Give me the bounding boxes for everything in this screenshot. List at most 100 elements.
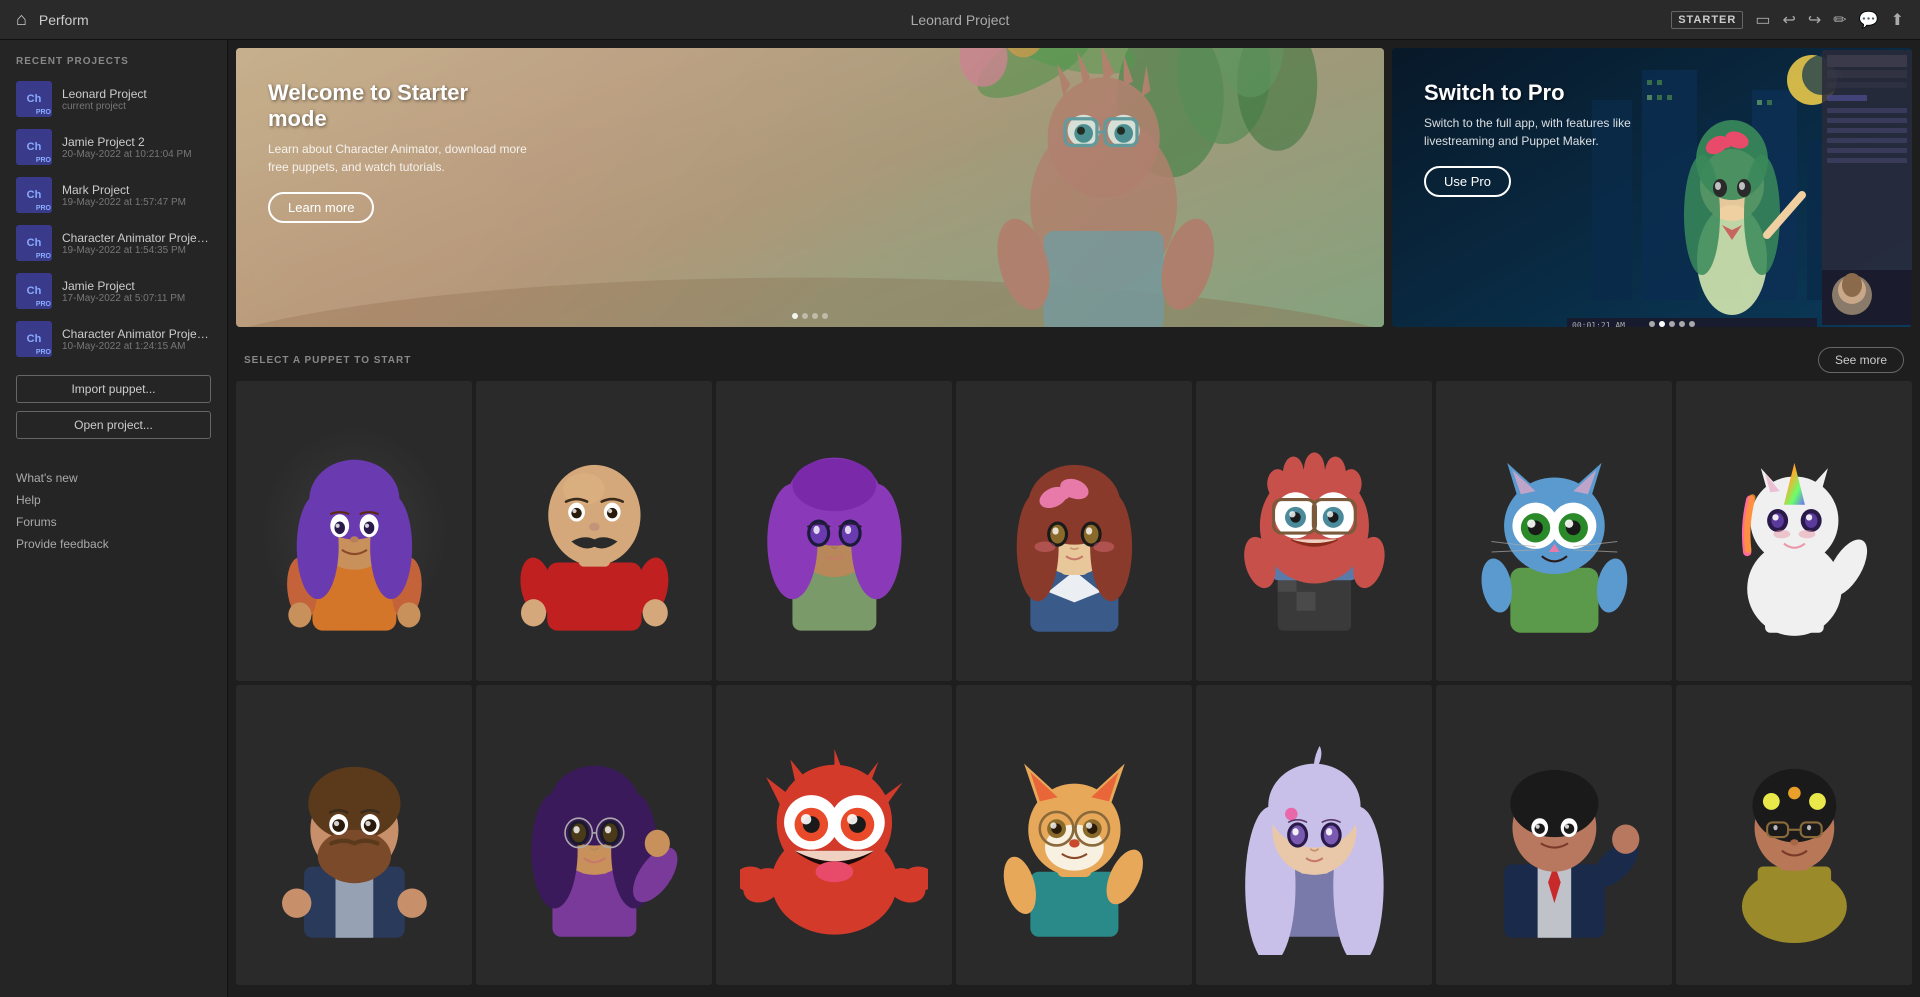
project-info-4: Character Animator Project 3 19-May-2022… xyxy=(62,231,211,256)
project-name-3: Mark Project xyxy=(62,183,211,197)
feedback-link[interactable]: Provide feedback xyxy=(16,537,211,551)
undo-icon[interactable]: ↩ xyxy=(1782,10,1795,30)
app-title: Perform xyxy=(39,12,89,28)
project-info-2: Jamie Project 2 20-May-2022 at 10:21:04 … xyxy=(62,135,211,160)
topbar: ⌂ Perform Leonard Project STARTER ▭ ↩ ↪ … xyxy=(0,0,1920,40)
puppet-cell-11[interactable] xyxy=(956,685,1192,985)
redo-icon[interactable]: ↪ xyxy=(1808,10,1821,30)
svg-text:00:01:21 AM: 00:01:21 AM xyxy=(1572,321,1625,327)
whats-new-link[interactable]: What's new xyxy=(16,471,211,485)
pencil-icon[interactable]: ✏ xyxy=(1833,10,1846,30)
puppet-cell-12[interactable] xyxy=(1196,685,1432,985)
puppet-anime-girl-brown xyxy=(980,411,1169,651)
project-meta-3: 19-May-2022 at 1:57:47 PM xyxy=(62,197,211,208)
project-info-3: Mark Project 19-May-2022 at 1:57:47 PM xyxy=(62,183,211,208)
project-info-1: Leonard Project current project xyxy=(62,87,211,112)
puppet-cell-10[interactable] xyxy=(716,685,952,985)
puppet-cell-6[interactable] xyxy=(1436,381,1672,681)
puppet-section-header: SELECT A PUPPET TO START See more xyxy=(236,335,1912,381)
project-info-6: Character Animator Project 2 10-May-2022… xyxy=(62,327,211,352)
puppet-cell-3[interactable] xyxy=(716,381,952,681)
pro-banner-description: Switch to the full app, with features li… xyxy=(1424,114,1684,150)
puppet-cell-4[interactable] xyxy=(956,381,1192,681)
puppet-woman-purple-hair xyxy=(260,411,449,651)
open-project-button[interactable]: Open project... xyxy=(16,411,211,439)
puppet-woman-yellow-dress xyxy=(1700,715,1889,955)
import-puppet-button[interactable]: Import puppet... xyxy=(16,375,211,403)
project-info-5: Jamie Project 17-May-2022 at 5:07:11 PM xyxy=(62,279,211,304)
sidebar-item-project-6[interactable]: Ch PRO Character Animator Project 2 10-M… xyxy=(0,315,227,363)
puppet-unicorn xyxy=(1700,411,1889,651)
puppet-cell-5[interactable] xyxy=(1196,381,1432,681)
pro-banner-text: Switch to Pro Switch to the full app, wi… xyxy=(1424,80,1684,197)
puppet-blue-cat-monster xyxy=(1460,411,1649,651)
puppet-grid xyxy=(236,381,1912,985)
sidebar-item-project-1[interactable]: Ch PRO Leonard Project current project xyxy=(0,75,227,123)
sidebar-buttons: Import puppet... Open project... xyxy=(0,363,227,451)
project-meta-1: current project xyxy=(62,101,211,112)
puppet-red-monster-glasses xyxy=(1220,411,1409,651)
puppet-cell-1[interactable] xyxy=(236,381,472,681)
learn-more-button[interactable]: Learn more xyxy=(268,192,374,223)
puppet-red-crab-monster xyxy=(740,715,929,955)
project-meta-4: 19-May-2022 at 1:54:35 PM xyxy=(62,245,211,256)
puppet-girl-dark-hair xyxy=(500,715,689,955)
see-more-button[interactable]: See more xyxy=(1818,347,1904,373)
banner-pagination xyxy=(792,313,828,319)
project-name-2: Jamie Project 2 xyxy=(62,135,211,149)
topbar-left: ⌂ Perform xyxy=(16,9,89,30)
project-meta-5: 17-May-2022 at 5:07:11 PM xyxy=(62,293,211,304)
project-title: Leonard Project xyxy=(911,12,1010,28)
project-thumb-2: Ch PRO xyxy=(16,129,52,165)
starter-banner-description: Learn about Character Animator, download… xyxy=(268,140,528,176)
puppet-cell-13[interactable] xyxy=(1436,685,1672,985)
puppet-cell-2[interactable] xyxy=(476,381,712,681)
puppet-cell-14[interactable] xyxy=(1676,685,1912,985)
project-thumb-1: Ch PRO xyxy=(16,81,52,117)
forums-link[interactable]: Forums xyxy=(16,515,211,529)
pro-banner-title: Switch to Pro xyxy=(1424,80,1684,106)
starter-badge: STARTER xyxy=(1671,11,1743,29)
project-thumb-3: Ch PRO xyxy=(16,177,52,213)
share-icon[interactable]: ⬆ xyxy=(1891,10,1904,30)
project-name-4: Character Animator Project 3 xyxy=(62,231,211,245)
puppet-cell-9[interactable] xyxy=(476,685,712,985)
sidebar-item-project-3[interactable]: Ch PRO Mark Project 19-May-2022 at 1:57:… xyxy=(0,171,227,219)
project-thumb-5: Ch PRO xyxy=(16,273,52,309)
puppet-anime-white-hair xyxy=(1220,715,1409,955)
recent-projects-label: RECENT PROJECTS xyxy=(0,56,227,75)
help-link[interactable]: Help xyxy=(16,493,211,507)
puppet-bald-man xyxy=(500,411,689,651)
puppet-cell-7[interactable] xyxy=(1676,381,1912,681)
main-layout: RECENT PROJECTS Ch PRO Leonard Project c… xyxy=(0,40,1920,997)
starter-banner-title: Welcome to Starter mode xyxy=(268,80,528,132)
content-area: Welcome to Starter mode Learn about Char… xyxy=(228,40,1920,997)
puppet-bearded-man xyxy=(260,715,449,955)
screen-icon[interactable]: ▭ xyxy=(1755,10,1770,30)
project-name-6: Character Animator Project 2 xyxy=(62,327,211,341)
project-thumb-6: Ch PRO xyxy=(16,321,52,357)
starter-banner-text: Welcome to Starter mode Learn about Char… xyxy=(268,80,528,223)
puppet-cell-8[interactable] xyxy=(236,685,472,985)
project-meta-6: 10-May-2022 at 1:24:15 AM xyxy=(62,341,211,352)
banners-row: Welcome to Starter mode Learn about Char… xyxy=(228,40,1920,335)
home-icon[interactable]: ⌂ xyxy=(16,9,27,30)
sidebar-item-project-4[interactable]: Ch PRO Character Animator Project 3 19-M… xyxy=(0,219,227,267)
dot-4[interactable] xyxy=(822,313,828,319)
sidebar-item-project-5[interactable]: Ch PRO Jamie Project 17-May-2022 at 5:07… xyxy=(0,267,227,315)
banner-starter: Welcome to Starter mode Learn about Char… xyxy=(236,48,1384,327)
dot-1[interactable] xyxy=(792,313,798,319)
banner-pro: 00:01:21 AM Switch to Pro Switch to the … xyxy=(1392,48,1912,327)
dot-3[interactable] xyxy=(812,313,818,319)
project-thumb-4: Ch PRO xyxy=(16,225,52,261)
sidebar-item-project-2[interactable]: Ch PRO Jamie Project 2 20-May-2022 at 10… xyxy=(0,123,227,171)
chat-icon[interactable]: 💬 xyxy=(1859,10,1879,30)
project-name-5: Jamie Project xyxy=(62,279,211,293)
dot-2[interactable] xyxy=(802,313,808,319)
sidebar: RECENT PROJECTS Ch PRO Leonard Project c… xyxy=(0,40,228,997)
topbar-right: STARTER ▭ ↩ ↪ ✏ 💬 ⬆ xyxy=(1671,10,1904,30)
puppet-section: SELECT A PUPPET TO START See more xyxy=(228,335,1920,997)
use-pro-button[interactable]: Use Pro xyxy=(1424,166,1511,197)
sidebar-links: What's new Help Forums Provide feedback xyxy=(0,459,227,563)
project-name-1: Leonard Project xyxy=(62,87,211,101)
